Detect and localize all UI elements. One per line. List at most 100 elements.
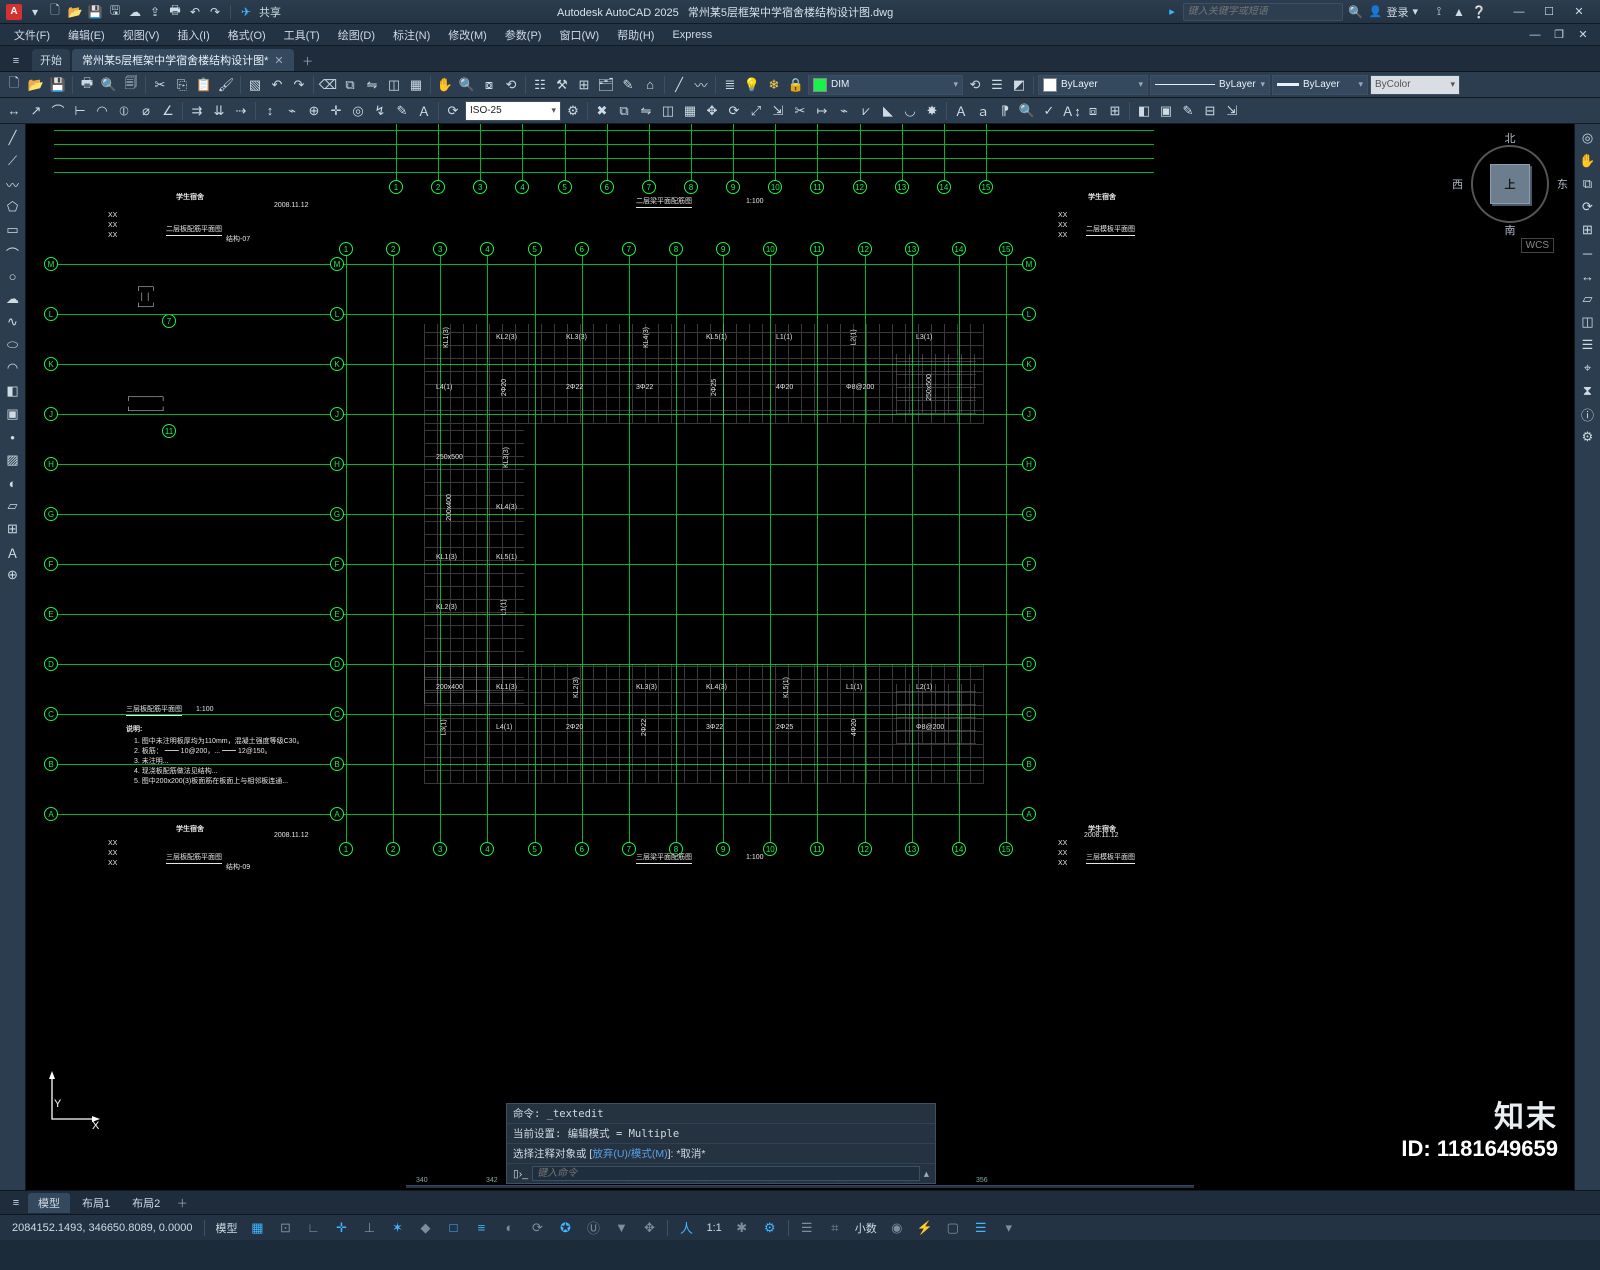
mod-explode-icon[interactable]: ✸ (922, 101, 942, 121)
tb-erase-icon[interactable]: ⌫ (318, 75, 338, 95)
dimstyle-manage-icon[interactable]: ⚙ (563, 101, 583, 121)
tb-layeriso-icon[interactable]: ◩ (1009, 75, 1029, 95)
status-iso-icon[interactable]: ◆ (413, 1218, 437, 1238)
mod-area-icon[interactable]: ▱ (1578, 289, 1598, 309)
mod-copy-icon[interactable]: ⧉ (614, 101, 634, 121)
text-find-icon[interactable]: 🔍 (1017, 101, 1037, 121)
tb-zoomwin-icon[interactable]: ⧇ (479, 75, 499, 95)
new-icon[interactable]: 🗋 (48, 5, 62, 19)
doc-close-icon[interactable]: ✕ (1572, 26, 1594, 44)
status-lwt-icon[interactable]: ≡ (469, 1218, 493, 1238)
status-trans-icon[interactable]: ◐ (497, 1218, 521, 1238)
menu-parametric[interactable]: 参数(P) (497, 25, 550, 45)
mod-fillet-icon[interactable]: ◡ (900, 101, 920, 121)
dim-tedit-icon[interactable]: Ａ (414, 101, 434, 121)
mod-break-icon[interactable]: ⌁ (834, 101, 854, 121)
mod-mirror-icon[interactable]: ⇋ (636, 101, 656, 121)
tab-layout2[interactable]: 布局2 (122, 1193, 170, 1213)
draw-ellipse-icon[interactable]: ⬭ (3, 335, 23, 355)
tb-layerfreeze-icon[interactable]: ❄ (764, 75, 784, 95)
web-open-icon[interactable]: ☁ (128, 5, 142, 19)
menu-file[interactable]: 文件(F) (6, 25, 58, 45)
dim-radius-icon[interactable]: ◠ (92, 101, 112, 121)
mod-join-icon[interactable]: ⩗ (856, 101, 876, 121)
mod-distance-icon[interactable]: ↔ (1578, 266, 1598, 286)
share-label[interactable]: 共享 (259, 4, 281, 20)
search-submit-icon[interactable]: 🔍 (1349, 5, 1363, 19)
web-save-icon[interactable]: ⇪ (148, 5, 162, 19)
app-logo[interactable]: A (6, 4, 22, 20)
status-qp-icon[interactable]: ☰ (795, 1218, 819, 1238)
mod-extend-icon[interactable]: ↦ (812, 101, 832, 121)
status-hwacc-icon[interactable]: ⚡ (913, 1218, 937, 1238)
blk-insert-icon[interactable]: ◧ (1134, 101, 1154, 121)
dim-dia-icon[interactable]: ⌀ (136, 101, 156, 121)
status-grid-icon[interactable]: ▦ (245, 1218, 269, 1238)
dim-tolerance-icon[interactable]: ⊕ (304, 101, 324, 121)
draw-line-icon[interactable]: ╱ (3, 128, 23, 148)
menu-tools[interactable]: 工具(T) (276, 25, 328, 45)
tb-cut-icon[interactable]: ✂ (150, 75, 170, 95)
cmd-expand-icon[interactable]: ▴ (924, 1168, 929, 1180)
saveas-icon[interactable]: 🖫 (108, 5, 122, 19)
mod-offset-icon[interactable]: ◫ (658, 101, 678, 121)
status-infer-icon[interactable]: ∟ (301, 1218, 325, 1238)
draw-circle-icon[interactable]: ○ (3, 266, 23, 286)
draw-table-icon[interactable]: ⊞ (3, 519, 23, 539)
login-button[interactable]: 👤 登录 ▾ (1369, 4, 1418, 20)
minimize-button[interactable]: — (1504, 2, 1534, 22)
status-customize-icon[interactable]: ▾ (997, 1218, 1021, 1238)
tb-undo2-icon[interactable]: ↶ (267, 75, 287, 95)
mod-array-icon[interactable]: ▦ (680, 101, 700, 121)
ucs-icon[interactable]: Y X (44, 1067, 104, 1130)
dim-space-icon[interactable]: ↕ (260, 101, 280, 121)
blk-create-icon[interactable]: ▣ (1156, 101, 1176, 121)
tb-mirror-icon[interactable]: ⇋ (362, 75, 382, 95)
menu-express[interactable]: Express (664, 27, 720, 43)
plot-icon[interactable]: 🖶 (168, 5, 182, 19)
close-button[interactable]: ✕ (1564, 2, 1594, 22)
text-style-icon[interactable]: ⁋ (995, 101, 1015, 121)
tb-zoomprev-icon[interactable]: ⟲ (501, 75, 521, 95)
draw-region-icon[interactable]: ▱ (3, 496, 23, 516)
mod-scale-icon[interactable]: ⤢ (746, 101, 766, 121)
nav-pan-icon[interactable]: ✋ (1578, 151, 1598, 171)
draw-rect-icon[interactable]: ▭ (3, 220, 23, 240)
tb-layeron-icon[interactable]: 💡 (742, 75, 762, 95)
dim-quick-icon[interactable]: ⇉ (187, 101, 207, 121)
tb-dcn-icon[interactable]: ⚒ (552, 75, 572, 95)
nav-wheel-icon[interactable]: ◎ (1578, 128, 1598, 148)
mod-region2-icon[interactable]: ◫ (1578, 312, 1598, 332)
doc-minimize-icon[interactable]: — (1524, 26, 1546, 44)
draw-revcloud-icon[interactable]: ☁ (3, 289, 23, 309)
menu-window[interactable]: 窗口(W) (551, 25, 607, 45)
status-cleanscr-icon[interactable]: ▢ (941, 1218, 965, 1238)
text-mtext-icon[interactable]: Ａ (951, 101, 971, 121)
login-dropdown-icon[interactable]: ▾ (1412, 5, 1418, 18)
blk-write-icon[interactable]: ⇲ (1222, 101, 1242, 121)
menu-help[interactable]: 帮助(H) (609, 25, 662, 45)
close-tab-icon[interactable]: ✕ (274, 54, 283, 67)
file-tab-active[interactable]: 常州某5层框架中学宿舍楼结构设计图* ✕ (72, 49, 294, 71)
dim-inspect-icon[interactable]: ◎ (348, 101, 368, 121)
command-input[interactable] (532, 1166, 920, 1181)
layer-combo[interactable]: DIM ▾ (808, 75, 963, 95)
tb-paste-icon[interactable]: 📋 (194, 75, 214, 95)
mod-status-icon[interactable]: ⓘ (1578, 404, 1598, 424)
draw-pline-icon[interactable]: 〰 (3, 174, 23, 194)
tb-pline-icon[interactable]: 〰 (691, 75, 711, 95)
mod-chamfer-icon[interactable]: ◣ (878, 101, 898, 121)
text-scale-icon[interactable]: Ａ↕ (1061, 101, 1081, 121)
tb-print-icon[interactable]: 🖶 (77, 75, 97, 95)
dim-center-icon[interactable]: ✛ (326, 101, 346, 121)
status-model[interactable]: 模型 (211, 1220, 241, 1236)
share-icon[interactable]: ✈ (239, 5, 253, 19)
draw-point-icon[interactable]: • (3, 427, 23, 447)
tb-line-icon[interactable]: ╱ (669, 75, 689, 95)
status-iso2-icon[interactable]: ☰ (969, 1218, 993, 1238)
layout-menu-icon[interactable]: ≡ (6, 1194, 26, 1212)
text-single-icon[interactable]: ａ (973, 101, 993, 121)
color-combo[interactable]: ByLayer ▾ (1038, 75, 1148, 95)
tab-layout1[interactable]: 布局1 (72, 1193, 120, 1213)
draw-block-icon[interactable]: ▣ (3, 404, 23, 424)
